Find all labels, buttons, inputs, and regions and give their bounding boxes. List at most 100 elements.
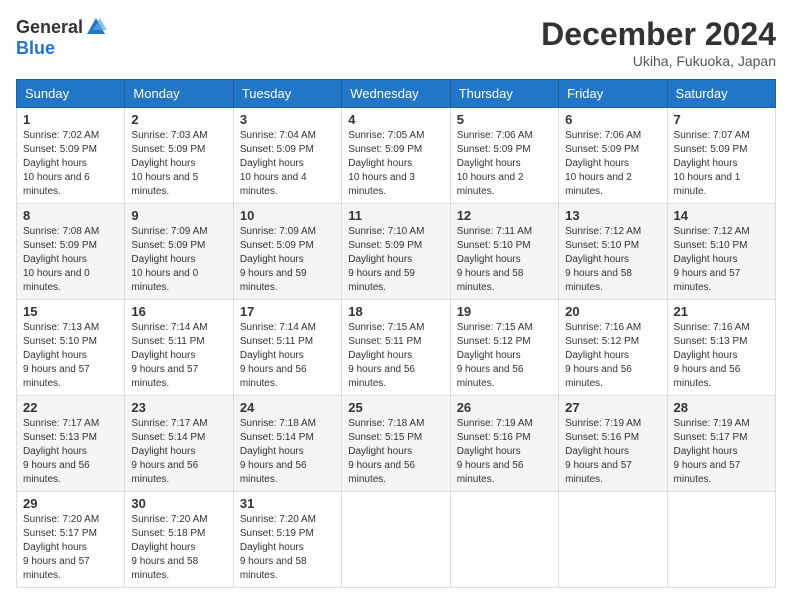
day-number: 24: [240, 400, 335, 415]
day-number: 1: [23, 112, 118, 127]
table-row: 3 Sunrise: 7:04 AM Sunset: 5:09 PM Dayli…: [233, 108, 341, 204]
table-row: 20 Sunrise: 7:16 AM Sunset: 5:12 PM Dayl…: [559, 300, 667, 396]
cell-content: Sunrise: 7:07 AM Sunset: 5:09 PM Dayligh…: [674, 129, 769, 199]
cell-content: Sunrise: 7:15 AM Sunset: 5:11 PM Dayligh…: [348, 321, 443, 391]
month-title: December 2024: [541, 16, 776, 53]
cell-content: Sunrise: 7:03 AM Sunset: 5:09 PM Dayligh…: [131, 129, 226, 199]
table-row: 6 Sunrise: 7:06 AM Sunset: 5:09 PM Dayli…: [559, 108, 667, 204]
cell-content: Sunrise: 7:09 AM Sunset: 5:09 PM Dayligh…: [240, 225, 335, 295]
day-number: 22: [23, 400, 118, 415]
table-row: [667, 492, 775, 588]
table-row: 11 Sunrise: 7:10 AM Sunset: 5:09 PM Dayl…: [342, 204, 450, 300]
day-number: 14: [674, 208, 769, 223]
col-saturday: Saturday: [667, 80, 775, 108]
day-number: 27: [565, 400, 660, 415]
day-number: 25: [348, 400, 443, 415]
calendar-week-row: 22 Sunrise: 7:17 AM Sunset: 5:13 PM Dayl…: [17, 396, 776, 492]
table-row: 30 Sunrise: 7:20 AM Sunset: 5:18 PM Dayl…: [125, 492, 233, 588]
cell-content: Sunrise: 7:05 AM Sunset: 5:09 PM Dayligh…: [348, 129, 443, 199]
table-row: [450, 492, 558, 588]
page-header: General Blue December 2024 Ukiha, Fukuok…: [16, 16, 776, 69]
table-row: 1 Sunrise: 7:02 AM Sunset: 5:09 PM Dayli…: [17, 108, 125, 204]
logo-blue-text: Blue: [16, 38, 55, 59]
cell-content: Sunrise: 7:20 AM Sunset: 5:17 PM Dayligh…: [23, 513, 118, 583]
table-row: 16 Sunrise: 7:14 AM Sunset: 5:11 PM Dayl…: [125, 300, 233, 396]
cell-content: Sunrise: 7:11 AM Sunset: 5:10 PM Dayligh…: [457, 225, 552, 295]
cell-content: Sunrise: 7:02 AM Sunset: 5:09 PM Dayligh…: [23, 129, 118, 199]
day-number: 20: [565, 304, 660, 319]
table-row: 4 Sunrise: 7:05 AM Sunset: 5:09 PM Dayli…: [342, 108, 450, 204]
table-row: 21 Sunrise: 7:16 AM Sunset: 5:13 PM Dayl…: [667, 300, 775, 396]
cell-content: Sunrise: 7:06 AM Sunset: 5:09 PM Dayligh…: [565, 129, 660, 199]
day-number: 21: [674, 304, 769, 319]
cell-content: Sunrise: 7:17 AM Sunset: 5:13 PM Dayligh…: [23, 417, 118, 487]
table-row: 10 Sunrise: 7:09 AM Sunset: 5:09 PM Dayl…: [233, 204, 341, 300]
cell-content: Sunrise: 7:13 AM Sunset: 5:10 PM Dayligh…: [23, 321, 118, 391]
day-number: 15: [23, 304, 118, 319]
cell-content: Sunrise: 7:20 AM Sunset: 5:19 PM Dayligh…: [240, 513, 335, 583]
table-row: 13 Sunrise: 7:12 AM Sunset: 5:10 PM Dayl…: [559, 204, 667, 300]
col-sunday: Sunday: [17, 80, 125, 108]
table-row: 8 Sunrise: 7:08 AM Sunset: 5:09 PM Dayli…: [17, 204, 125, 300]
cell-content: Sunrise: 7:12 AM Sunset: 5:10 PM Dayligh…: [565, 225, 660, 295]
cell-content: Sunrise: 7:10 AM Sunset: 5:09 PM Dayligh…: [348, 225, 443, 295]
cell-content: Sunrise: 7:20 AM Sunset: 5:18 PM Dayligh…: [131, 513, 226, 583]
calendar-header-row: Sunday Monday Tuesday Wednesday Thursday…: [17, 80, 776, 108]
cell-content: Sunrise: 7:19 AM Sunset: 5:16 PM Dayligh…: [457, 417, 552, 487]
col-wednesday: Wednesday: [342, 80, 450, 108]
table-row: 29 Sunrise: 7:20 AM Sunset: 5:17 PM Dayl…: [17, 492, 125, 588]
day-number: 11: [348, 208, 443, 223]
cell-content: Sunrise: 7:16 AM Sunset: 5:12 PM Dayligh…: [565, 321, 660, 391]
cell-content: Sunrise: 7:12 AM Sunset: 5:10 PM Dayligh…: [674, 225, 769, 295]
table-row: 22 Sunrise: 7:17 AM Sunset: 5:13 PM Dayl…: [17, 396, 125, 492]
day-number: 5: [457, 112, 552, 127]
day-number: 30: [131, 496, 226, 511]
table-row: 17 Sunrise: 7:14 AM Sunset: 5:11 PM Dayl…: [233, 300, 341, 396]
table-row: 28 Sunrise: 7:19 AM Sunset: 5:17 PM Dayl…: [667, 396, 775, 492]
title-area: December 2024 Ukiha, Fukuoka, Japan: [541, 16, 776, 69]
table-row: 12 Sunrise: 7:11 AM Sunset: 5:10 PM Dayl…: [450, 204, 558, 300]
table-row: 18 Sunrise: 7:15 AM Sunset: 5:11 PM Dayl…: [342, 300, 450, 396]
day-number: 13: [565, 208, 660, 223]
day-number: 4: [348, 112, 443, 127]
calendar-week-row: 1 Sunrise: 7:02 AM Sunset: 5:09 PM Dayli…: [17, 108, 776, 204]
location: Ukiha, Fukuoka, Japan: [541, 53, 776, 69]
logo: General Blue: [16, 16, 107, 59]
day-number: 12: [457, 208, 552, 223]
table-row: 15 Sunrise: 7:13 AM Sunset: 5:10 PM Dayl…: [17, 300, 125, 396]
cell-content: Sunrise: 7:15 AM Sunset: 5:12 PM Dayligh…: [457, 321, 552, 391]
col-tuesday: Tuesday: [233, 80, 341, 108]
cell-content: Sunrise: 7:09 AM Sunset: 5:09 PM Dayligh…: [131, 225, 226, 295]
table-row: 27 Sunrise: 7:19 AM Sunset: 5:16 PM Dayl…: [559, 396, 667, 492]
calendar-table: Sunday Monday Tuesday Wednesday Thursday…: [16, 79, 776, 588]
table-row: [342, 492, 450, 588]
day-number: 7: [674, 112, 769, 127]
logo-general-text: General: [16, 17, 83, 38]
day-number: 16: [131, 304, 226, 319]
day-number: 17: [240, 304, 335, 319]
table-row: 24 Sunrise: 7:18 AM Sunset: 5:14 PM Dayl…: [233, 396, 341, 492]
day-number: 8: [23, 208, 118, 223]
table-row: 5 Sunrise: 7:06 AM Sunset: 5:09 PM Dayli…: [450, 108, 558, 204]
table-row: 2 Sunrise: 7:03 AM Sunset: 5:09 PM Dayli…: [125, 108, 233, 204]
cell-content: Sunrise: 7:14 AM Sunset: 5:11 PM Dayligh…: [131, 321, 226, 391]
table-row: 19 Sunrise: 7:15 AM Sunset: 5:12 PM Dayl…: [450, 300, 558, 396]
cell-content: Sunrise: 7:19 AM Sunset: 5:16 PM Dayligh…: [565, 417, 660, 487]
day-number: 6: [565, 112, 660, 127]
calendar-week-row: 15 Sunrise: 7:13 AM Sunset: 5:10 PM Dayl…: [17, 300, 776, 396]
day-number: 29: [23, 496, 118, 511]
table-row: [559, 492, 667, 588]
table-row: 26 Sunrise: 7:19 AM Sunset: 5:16 PM Dayl…: [450, 396, 558, 492]
day-number: 9: [131, 208, 226, 223]
cell-content: Sunrise: 7:14 AM Sunset: 5:11 PM Dayligh…: [240, 321, 335, 391]
cell-content: Sunrise: 7:16 AM Sunset: 5:13 PM Dayligh…: [674, 321, 769, 391]
day-number: 26: [457, 400, 552, 415]
day-number: 31: [240, 496, 335, 511]
cell-content: Sunrise: 7:18 AM Sunset: 5:15 PM Dayligh…: [348, 417, 443, 487]
col-thursday: Thursday: [450, 80, 558, 108]
logo-icon: [85, 16, 107, 38]
cell-content: Sunrise: 7:04 AM Sunset: 5:09 PM Dayligh…: [240, 129, 335, 199]
col-friday: Friday: [559, 80, 667, 108]
day-number: 3: [240, 112, 335, 127]
day-number: 2: [131, 112, 226, 127]
